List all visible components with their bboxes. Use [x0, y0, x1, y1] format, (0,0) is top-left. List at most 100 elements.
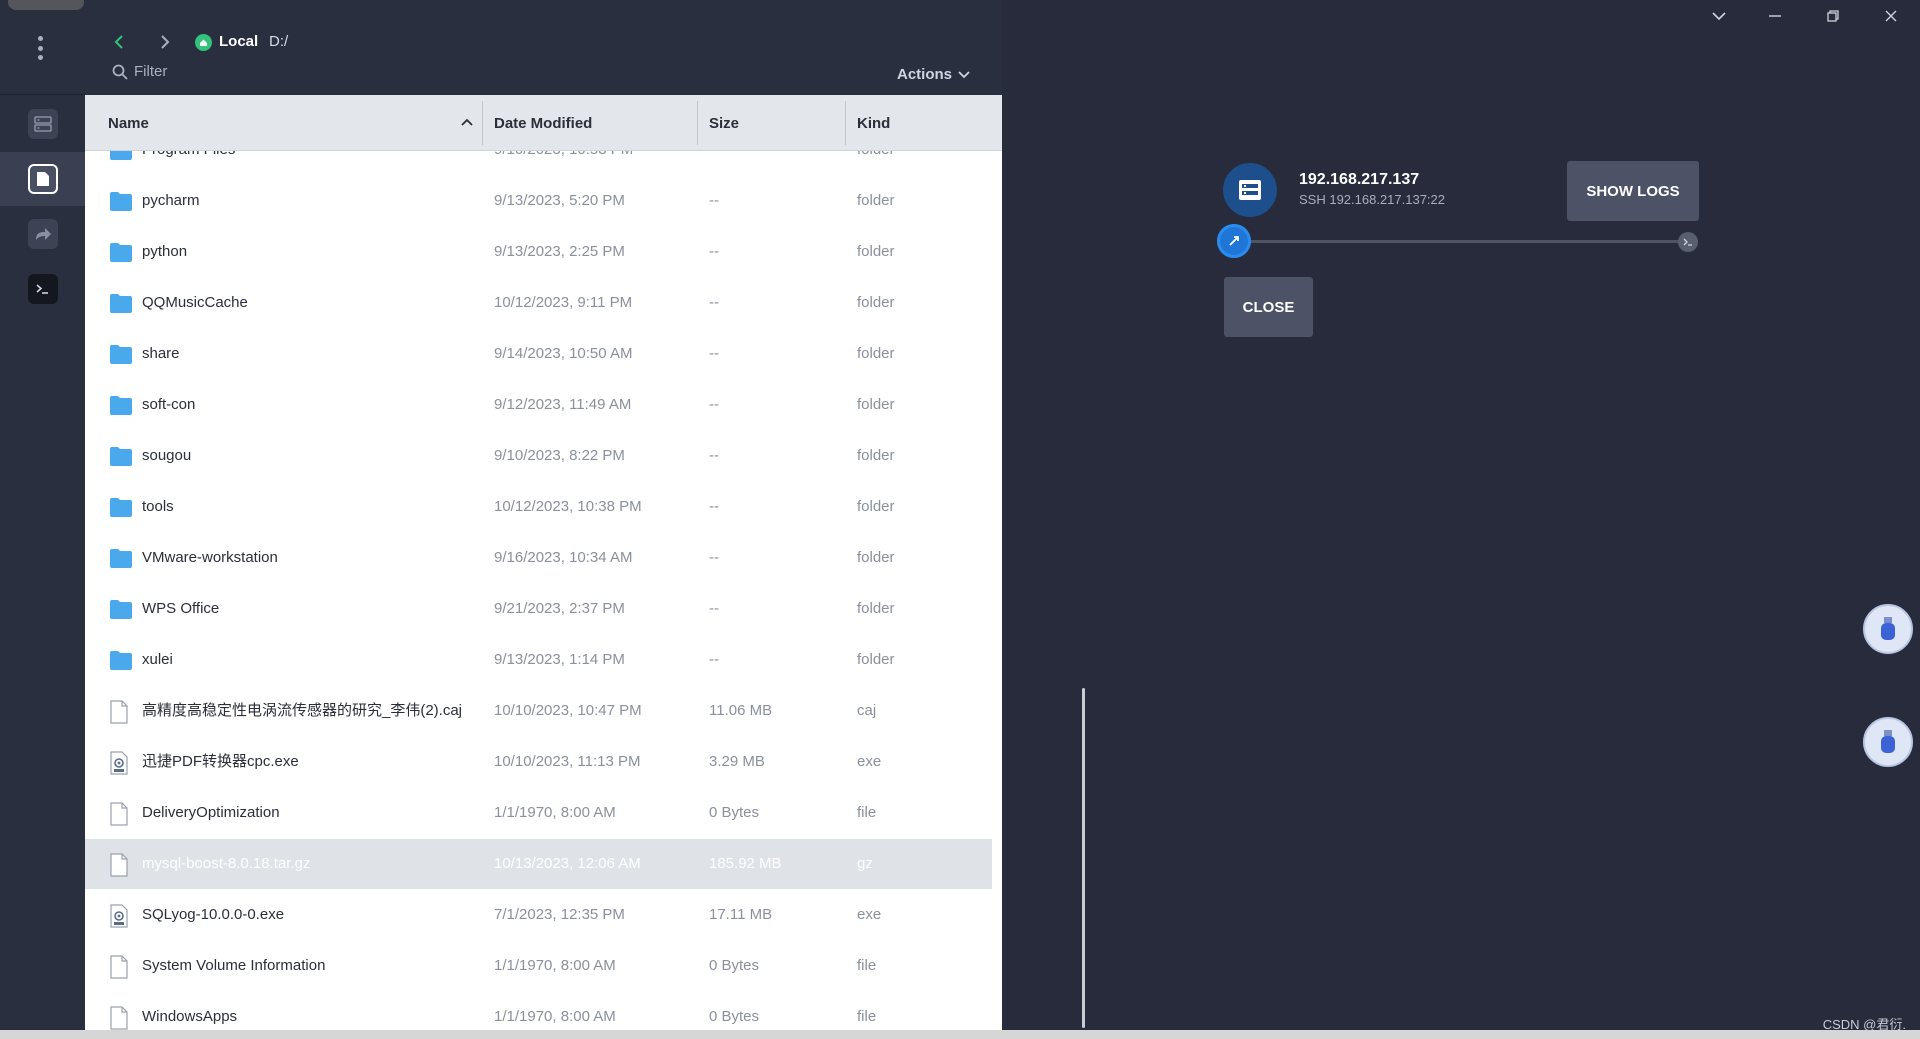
file-size: -- — [709, 345, 719, 362]
file-kind: folder — [857, 600, 895, 617]
table-row[interactable]: xulei 9/13/2023, 1:14 PM -- folder — [85, 635, 992, 685]
table-row[interactable]: soft-con 9/12/2023, 11:49 AM -- folder — [85, 380, 992, 430]
window-menu-button[interactable] — [1704, 4, 1734, 28]
sidebar-item-terminal[interactable] — [0, 262, 85, 316]
column-header-name[interactable]: Name — [108, 95, 149, 151]
file-kind: folder — [857, 192, 895, 209]
file-kind: caj — [857, 702, 877, 719]
forward-button[interactable] — [153, 30, 177, 54]
file-size: 0 Bytes — [709, 957, 760, 974]
folder-icon — [109, 292, 133, 316]
file-name: QQMusicCache — [142, 294, 248, 311]
filter-field[interactable]: Filter — [112, 63, 167, 80]
floating-assistant-button[interactable] — [1863, 604, 1913, 654]
sidebar-rail — [0, 0, 85, 1030]
table-row[interactable]: System Volume Information 1/1/1970, 8:00 … — [85, 941, 992, 991]
close-button[interactable]: CLOSE — [1224, 277, 1313, 337]
drag-handle[interactable] — [8, 0, 84, 10]
table-row[interactable]: mysql-boost-8.0.18.tar.gz 10/13/2023, 12:… — [85, 839, 992, 889]
more-menu-icon[interactable] — [34, 36, 46, 60]
table-row[interactable]: DeliveryOptimization 1/1/1970, 8:00 AM 0 B… — [85, 788, 992, 838]
current-path[interactable]: D:/ — [269, 33, 288, 50]
table-row[interactable]: sougou 9/10/2023, 8:22 PM -- folder — [85, 431, 992, 481]
floating-assistant-button[interactable] — [1863, 717, 1913, 767]
file-kind: folder — [857, 396, 895, 413]
file-icon — [109, 853, 133, 877]
file-name: python — [142, 243, 188, 260]
table-row[interactable]: Program Files 9/10/2023, 10:58 PM -- folder — [85, 151, 992, 175]
divider — [0, 94, 85, 95]
file-list: Program Files 9/10/2023, 10:58 PM -- folder… — [85, 151, 1002, 1030]
date-modified: 9/13/2023, 5:20 PM — [494, 192, 625, 209]
host-address: 192.168.217.137 — [1299, 171, 1420, 188]
file-kind: folder — [857, 294, 895, 311]
sidebar-item-sftp[interactable] — [0, 152, 85, 206]
file-name: Program Files — [142, 151, 235, 175]
terminal-icon — [27, 274, 58, 304]
file-name: tools — [142, 498, 174, 515]
file-size: -- — [709, 192, 719, 209]
file-name: 迅捷PDF转换器cpc.exe — [142, 753, 299, 770]
sidebar-item-hosts[interactable] — [0, 97, 85, 151]
file-size: -- — [709, 396, 719, 413]
sort-ascending-icon[interactable] — [461, 118, 473, 126]
date-modified: 10/13/2023, 12:06 AM — [494, 855, 641, 872]
back-button[interactable] — [107, 30, 131, 54]
column-header-kind[interactable]: Kind — [857, 95, 890, 151]
table-row[interactable]: 迅捷PDF转换器cpc.exe 10/10/2023, 11:13 PM 3.29 … — [85, 737, 992, 787]
folder-icon — [109, 343, 133, 367]
file-size: 3.29 MB — [709, 753, 765, 770]
date-modified: 9/13/2023, 1:14 PM — [494, 651, 625, 668]
file-name: VMware-workstation — [142, 549, 278, 566]
date-modified: 10/12/2023, 10:38 PM — [494, 498, 642, 515]
column-divider[interactable] — [482, 101, 483, 145]
table-row[interactable]: VMware-workstation 9/16/2023, 10:34 AM -- f… — [85, 533, 992, 583]
date-modified: 9/14/2023, 10:50 AM — [494, 345, 633, 362]
column-divider[interactable] — [697, 101, 698, 145]
file-name: WPS Office — [142, 600, 220, 617]
folder-icon — [109, 598, 133, 622]
file-icon — [109, 1006, 133, 1030]
folder-icon — [109, 649, 133, 673]
sidebar-item-port-forwarding[interactable] — [0, 207, 85, 261]
location-label[interactable]: Local — [219, 33, 258, 50]
table-row[interactable]: pycharm 9/13/2023, 5:20 PM -- folder — [85, 176, 992, 226]
date-modified: 1/1/1970, 8:00 AM — [494, 957, 616, 974]
show-logs-button[interactable]: SHOW LOGS — [1567, 161, 1699, 221]
folder-icon — [109, 445, 133, 469]
table-row[interactable]: WindowsApps 1/1/1970, 8:00 AM 0 Bytes file — [85, 992, 992, 1030]
table-row[interactable]: 高精度高稳定性电涡流传感器的研究_李伟(2).caj 10/10/2023, 10… — [85, 686, 992, 736]
file-kind: file — [857, 957, 877, 974]
table-row[interactable]: SQLyog-10.0.0-0.exe 7/1/2023, 12:35 PM 17.… — [85, 890, 992, 940]
actions-dropdown[interactable]: Actions — [897, 66, 970, 83]
file-kind: folder — [857, 243, 895, 260]
date-modified: 10/10/2023, 10:47 PM — [494, 702, 642, 719]
file-name: SQLyog-10.0.0-0.exe — [142, 906, 285, 923]
column-header-size[interactable]: Size — [709, 95, 739, 151]
file-name: pycharm — [142, 192, 200, 209]
minimize-icon — [1769, 15, 1781, 17]
file-kind: gz — [857, 855, 873, 872]
chevron-down-icon — [958, 70, 970, 78]
table-row[interactable]: python 9/13/2023, 2:25 PM -- folder — [85, 227, 992, 277]
file-size: -- — [709, 151, 719, 175]
folder-icon — [109, 151, 133, 163]
restore-button[interactable] — [1818, 4, 1848, 28]
close-window-button[interactable] — [1876, 4, 1906, 28]
terminal-endpoint-icon — [1678, 232, 1698, 252]
table-row[interactable]: share 9/14/2023, 10:50 AM -- folder — [85, 329, 992, 379]
date-modified: 9/21/2023, 2:37 PM — [494, 600, 625, 617]
table-row[interactable]: tools 10/12/2023, 10:38 PM -- folder — [85, 482, 992, 532]
scrollbar[interactable] — [1082, 688, 1085, 1028]
table-row[interactable]: WPS Office 9/21/2023, 2:37 PM -- folder — [85, 584, 992, 634]
file-name: WindowsApps — [142, 1008, 238, 1025]
actions-label: Actions — [896, 66, 952, 83]
date-modified: 10/10/2023, 11:13 PM — [494, 753, 641, 770]
file-name: sougou — [142, 447, 192, 464]
local-status-icon — [195, 34, 212, 51]
taskbar-strip — [0, 1030, 1920, 1039]
table-row[interactable]: QQMusicCache 10/12/2023, 9:11 PM -- folder — [85, 278, 992, 328]
minimize-button[interactable] — [1760, 4, 1790, 28]
column-divider[interactable] — [845, 101, 846, 145]
column-header-date[interactable]: Date Modified — [494, 95, 592, 151]
